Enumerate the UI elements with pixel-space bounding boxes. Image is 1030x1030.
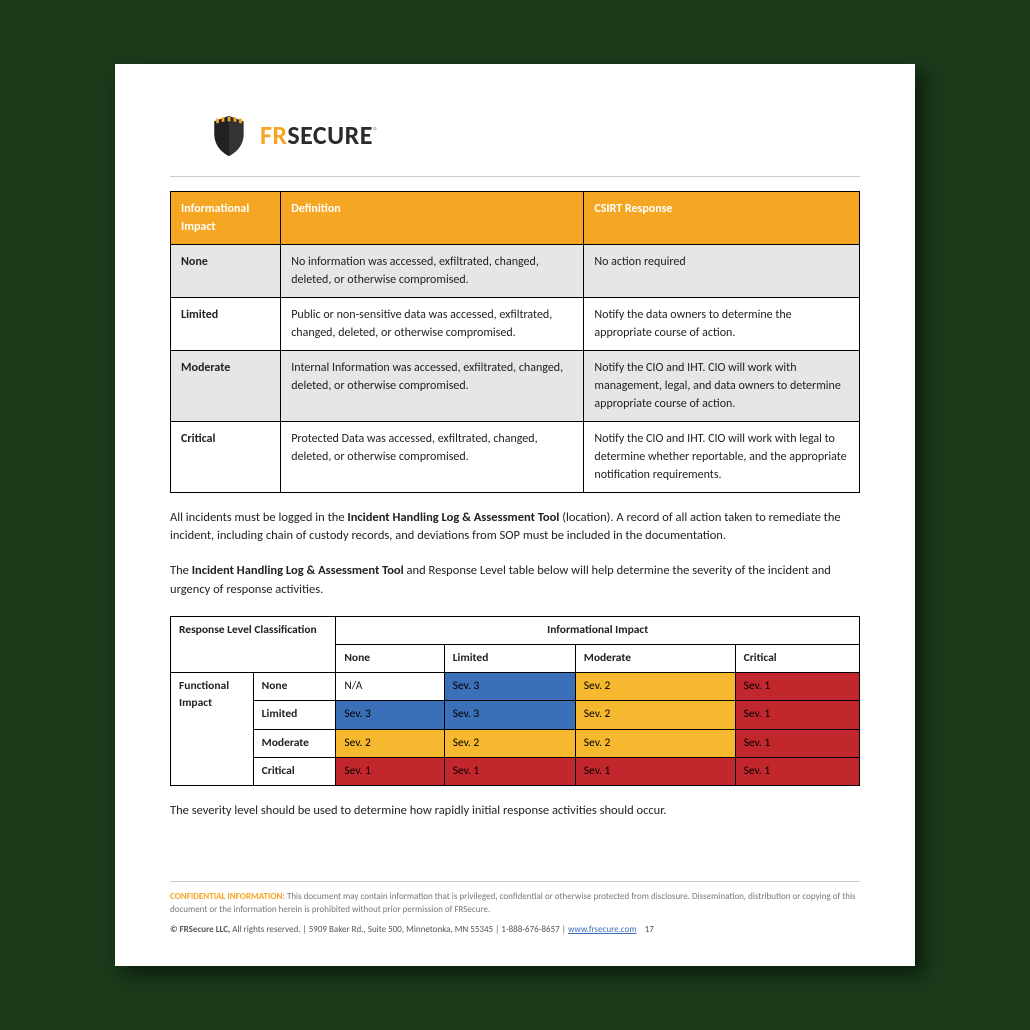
brand-secure: SECURE: [287, 119, 373, 151]
row-label: None: [253, 673, 336, 701]
t1-h2: Definition: [281, 191, 584, 244]
severity-cell: Sev. 2: [336, 729, 444, 757]
table-cell: No information was accessed, exfiltrated…: [281, 244, 584, 297]
severity-cell: Sev. 1: [735, 729, 859, 757]
severity-cell: Sev. 1: [735, 673, 859, 701]
column-header: Critical: [735, 644, 859, 672]
informational-impact-table: Informational Impact Definition CSIRT Re…: [170, 191, 860, 493]
t1-h1: Informational Impact: [171, 191, 281, 244]
footer-copy-pre: © FRSecure LLC,: [170, 924, 230, 935]
para1-pre: All incidents must be logged in the: [170, 510, 347, 525]
header-divider: [170, 176, 860, 177]
footer-copy-post: All rights reserved. | 5909 Baker Rd., S…: [230, 924, 568, 935]
shield-icon: [210, 114, 248, 158]
table-row: LimitedPublic or non-sensitive data was …: [171, 297, 860, 350]
footer-link[interactable]: www.frsecure.com: [568, 924, 637, 935]
severity-cell: Sev. 3: [444, 673, 575, 701]
table-cell: Notify the CIO and IHT. CIO will work wi…: [584, 421, 860, 492]
paragraph-1: All incidents must be logged in the Inci…: [170, 509, 860, 547]
column-header: None: [336, 644, 444, 672]
paragraph-2: The Incident Handling Log & Assessment T…: [170, 562, 860, 600]
table-cell: Public or non-sensitive data was accesse…: [281, 297, 584, 350]
logo-row: FRSECURE®: [170, 114, 860, 158]
table-cell: Limited: [171, 297, 281, 350]
table-row: NoneNo information was accessed, exfiltr…: [171, 244, 860, 297]
table-cell: No action required: [584, 244, 860, 297]
paragraph-3: The severity level should be used to det…: [170, 802, 860, 821]
table-row: Functional ImpactNoneN/ASev. 3Sev. 2Sev.…: [171, 673, 860, 701]
table-cell: Notify the data owners to determine the …: [584, 297, 860, 350]
row-label: Critical: [253, 757, 336, 785]
severity-cell: Sev. 1: [444, 757, 575, 785]
document-page: FRSECURE® Informational Impact Definitio…: [115, 64, 915, 967]
severity-cell: Sev. 2: [575, 701, 735, 729]
severity-cell: Sev. 1: [735, 757, 859, 785]
column-header: Moderate: [575, 644, 735, 672]
footer-confidential: CONFIDENTIAL INFORMATION: This document …: [170, 890, 860, 917]
severity-cell: Sev. 2: [575, 673, 735, 701]
footer: CONFIDENTIAL INFORMATION: This document …: [170, 881, 860, 937]
table-row: CriticalSev. 1Sev. 1Sev. 1Sev. 1: [171, 757, 860, 785]
footer-page-no: 17: [645, 924, 654, 935]
row-label: Limited: [253, 701, 336, 729]
brand-fr: FR: [260, 119, 287, 151]
table-cell: Internal Information was accessed, exfil…: [281, 350, 584, 421]
severity-cell: Sev. 1: [336, 757, 444, 785]
table-row: ModerateSev. 2Sev. 2Sev. 2Sev. 1: [171, 729, 860, 757]
t2-left-group: Functional Impact: [171, 673, 254, 786]
table-row: LimitedSev. 3Sev. 3Sev. 2Sev. 1: [171, 701, 860, 729]
table-cell: None: [171, 244, 281, 297]
table-row: ModerateInternal Information was accesse…: [171, 350, 860, 421]
t2-top-group: Informational Impact: [336, 616, 860, 644]
para2-bold: Incident Handling Log & Assessment Tool: [192, 563, 404, 578]
response-level-matrix: Response Level Classification Informatio…: [170, 616, 860, 787]
para1-bold: Incident Handling Log & Assessment Tool: [347, 510, 559, 525]
t2-corner: Response Level Classification: [171, 616, 336, 673]
severity-cell: N/A: [336, 673, 444, 701]
table-row: CriticalProtected Data was accessed, exf…: [171, 421, 860, 492]
column-header: Limited: [444, 644, 575, 672]
severity-cell: Sev. 1: [575, 757, 735, 785]
table-cell: Notify the CIO and IHT. CIO will work wi…: [584, 350, 860, 421]
footer-conf-label: CONFIDENTIAL INFORMATION:: [170, 891, 285, 902]
table-cell: Moderate: [171, 350, 281, 421]
t1-h3: CSIRT Response: [584, 191, 860, 244]
brand-text: FRSECURE®: [260, 116, 379, 155]
para2-pre: The: [170, 563, 192, 578]
table-cell: Critical: [171, 421, 281, 492]
severity-cell: Sev. 3: [336, 701, 444, 729]
severity-cell: Sev. 1: [735, 701, 859, 729]
row-label: Moderate: [253, 729, 336, 757]
severity-cell: Sev. 3: [444, 701, 575, 729]
brand-mark: ®: [373, 124, 379, 137]
severity-cell: Sev. 2: [575, 729, 735, 757]
table-cell: Protected Data was accessed, exfiltrated…: [281, 421, 584, 492]
severity-cell: Sev. 2: [444, 729, 575, 757]
footer-copyright: © FRSecure LLC, All rights reserved. | 5…: [170, 923, 860, 937]
